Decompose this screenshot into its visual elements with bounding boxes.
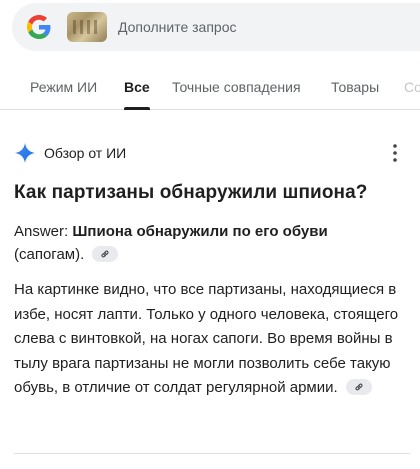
tab-ai-mode[interactable]: Режим ИИ [30,79,97,95]
divider [14,453,410,454]
ai-overview-title: Обзор от ИИ [44,145,127,161]
tab-products[interactable]: Товары [331,79,379,95]
ai-overview-question: Как партизаны обнаружили шпиона? [14,182,368,203]
ai-overview-body: На картинке видно, что все партизаны, на… [14,278,404,401]
tab-exact-matches[interactable]: Точные совпадения [172,79,301,95]
active-tab-indicator [124,107,150,110]
body-text: На картинке видно, что все партизаны, на… [14,281,399,396]
source-link-chip[interactable] [92,246,119,263]
answer-bold-text: Шпиона обнаружили по его обуви [72,223,328,240]
ai-overview-header: Обзор от ИИ [14,140,414,168]
link-icon [355,383,363,391]
search-input[interactable]: Дополните запрос [118,19,237,35]
sparkle-icon [14,142,36,164]
tab-all[interactable]: Все [124,79,150,95]
source-link-chip[interactable] [345,379,372,396]
ai-overview-answer: Answer: Шпиона обнаружили по его обуви (… [14,220,410,266]
google-g-icon [27,15,51,39]
results-page: Дополните запрос Режим ИИ Все Точные сов… [0,0,420,469]
image-thumbnail[interactable] [67,12,107,42]
search-bar[interactable]: Дополните запрос [12,3,420,51]
more-vert-icon[interactable] [392,143,398,163]
link-icon [101,250,109,258]
tab-more[interactable]: Со [404,79,420,95]
answer-rest-text: (сапогам). [14,246,85,263]
search-tabs: Режим ИИ Все Точные совпадения Товары Со [0,66,420,110]
answer-prefix: Answer: [14,223,73,240]
